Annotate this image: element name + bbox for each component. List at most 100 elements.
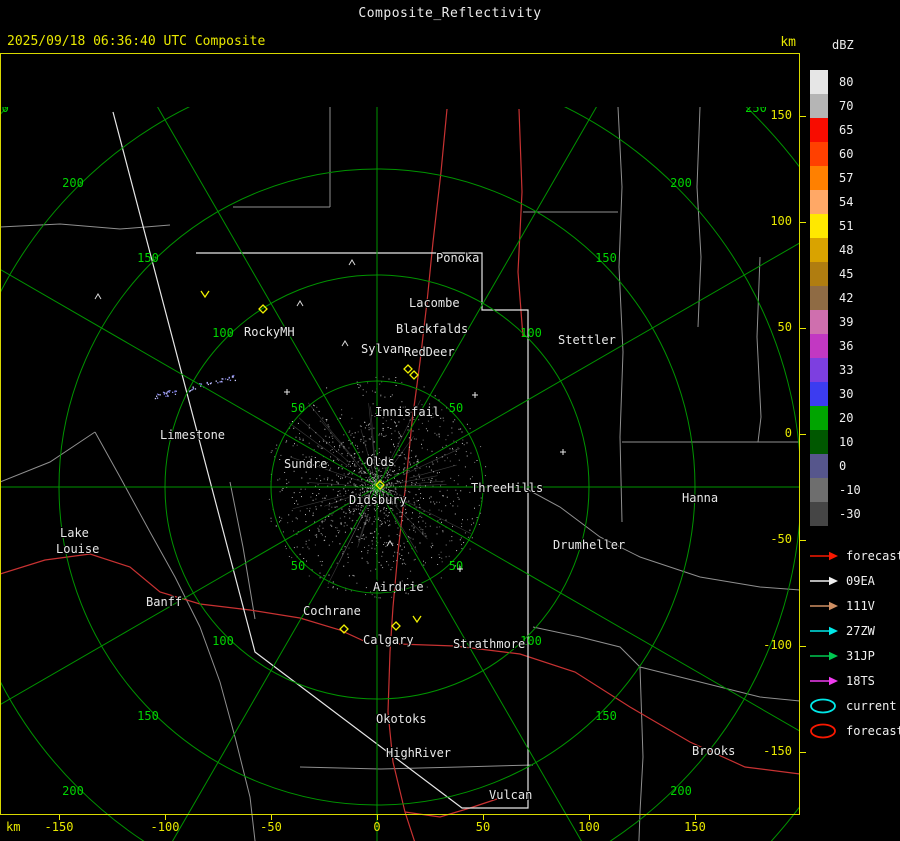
colorbar-value-label: 70 [839, 99, 854, 113]
colorbar: 80 70 65 60 57 54 51 48 45 42 39 36 33 30 20 10 0 -10 -30 [810, 70, 861, 526]
colorbar-swatch [810, 190, 828, 214]
bottom-axis-label: -50 [260, 820, 282, 834]
town-caret-icon [94, 293, 102, 300]
legend-item-label: 111V [846, 598, 875, 613]
city-label: Olds [366, 455, 395, 469]
radar-map-canvas[interactable]: 5010015020025050100150200250501001502002… [0, 107, 800, 841]
city-label: Innisfail [375, 405, 440, 419]
colorbar-swatch [810, 406, 828, 430]
colorbar-value-label: 57 [839, 171, 854, 185]
city-label: ThreeHills [471, 481, 543, 495]
highway-line [517, 108, 524, 338]
city-label: Vulcan [489, 788, 532, 802]
ellipse-icon [806, 698, 842, 714]
colorbar-swatch [810, 238, 828, 262]
legend-item: current [806, 693, 900, 718]
legend-item-label: 27ZW [846, 623, 875, 638]
colorbar-value-label: 48 [839, 243, 854, 257]
city-label: Banff [146, 595, 182, 609]
legend-item: forecast [806, 718, 900, 743]
city-label: Drumheller [553, 538, 625, 552]
colorbar-row: 57 [810, 166, 861, 190]
colorbar-value-label: 0 [839, 459, 847, 473]
right-axis-label: -50 [770, 532, 792, 546]
range-ring-label: 200 [62, 784, 84, 798]
colorbar-swatch [810, 454, 828, 478]
range-ring-label: 200 [670, 784, 692, 798]
range-ring-label: 200 [62, 176, 84, 190]
city-label: Stettler [558, 333, 616, 347]
colorbar-title: dBZ [832, 38, 854, 52]
city-label: Strathmore [453, 637, 525, 651]
arrow-icon [806, 548, 842, 564]
range-ring-label: 150 [137, 251, 159, 265]
colorbar-swatch [810, 262, 828, 286]
right-axis-label: 100 [770, 214, 792, 228]
right-axis-label: 0 [784, 426, 792, 440]
legend-item-label: current [846, 698, 897, 713]
colorbar-row: 30 [810, 382, 861, 406]
right-axis-label: -100 [763, 638, 792, 652]
colorbar-row: 70 [810, 94, 861, 118]
legend-item: 18TS [806, 668, 900, 693]
legend-item: 111V [806, 593, 900, 618]
chevron-marker-icon [412, 615, 422, 624]
colorbar-value-label: 45 [839, 267, 854, 281]
range-ring-label: 50 [291, 559, 305, 573]
city-label: Airdrie [373, 580, 424, 594]
colorbar-value-label: 42 [839, 291, 854, 305]
legend-item-label: 18TS [846, 673, 875, 688]
municipal-boundary-line [617, 107, 624, 523]
arrow-icon [806, 598, 842, 614]
colorbar-row: -30 [810, 502, 861, 526]
radar-map[interactable]: 5010015020025050100150200250501001502002… [0, 53, 800, 841]
municipal-boundary-line [756, 256, 762, 443]
range-ring-label: 250 [0, 107, 9, 115]
legend-item: forecast [806, 543, 900, 568]
colorbar-swatch [810, 166, 828, 190]
colorbar-swatch [810, 430, 828, 454]
window-title: Composite_Reflectivity [358, 6, 542, 21]
legend-item-label: 31JP [846, 648, 875, 663]
bottom-axis-label: 50 [475, 820, 491, 834]
colorbar-row: 10 [810, 430, 861, 454]
city-label: Louise [56, 542, 99, 556]
range-ring-label: 50 [449, 559, 463, 573]
map-legend: forecast 09EA 111V 27ZW 31JP 18TS current forec… [806, 543, 900, 743]
legend-item: 27ZW [806, 618, 900, 643]
range-ring-label: 200 [670, 176, 692, 190]
station-markers [94, 259, 566, 634]
range-ring-label: 100 [212, 634, 234, 648]
colorbar-swatch [810, 286, 828, 310]
municipal-boundary-line [532, 626, 641, 668]
town-caret-icon [296, 300, 304, 307]
city-label: Sundre [284, 457, 327, 471]
city-label: Ponoka [436, 251, 479, 265]
arrow-icon [806, 573, 842, 589]
town-caret-icon [386, 540, 394, 547]
colorbar-swatch [810, 214, 828, 238]
colorbar-swatch [810, 70, 828, 94]
colorbar-value-label: 36 [839, 339, 854, 353]
colorbar-swatch [810, 94, 828, 118]
right-axis-tick [800, 434, 806, 435]
colorbar-value-label: 30 [839, 387, 854, 401]
bottom-axis-label: -150 [44, 820, 74, 834]
city-label: Okotoks [376, 712, 427, 726]
radar-site-diamond-icon [391, 621, 401, 631]
municipal-boundary-line [639, 666, 800, 702]
ellipse-icon [806, 723, 842, 739]
colorbar-value-label: 20 [839, 411, 854, 425]
colorbar-value-label: 65 [839, 123, 854, 137]
colorbar-value-label: 80 [839, 75, 854, 89]
municipal-boundary-line [229, 481, 256, 620]
colorbar-row: 65 [810, 118, 861, 142]
colorbar-swatch [810, 310, 828, 334]
town-caret-icon [341, 340, 349, 347]
colorbar-swatch [810, 502, 828, 526]
arrow-icon [806, 673, 842, 689]
legend-item: 09EA [806, 568, 900, 593]
colorbar-row: 51 [810, 214, 861, 238]
legend-item-label: forecast [846, 723, 900, 738]
bottom-axis-label: -100 [150, 820, 180, 834]
